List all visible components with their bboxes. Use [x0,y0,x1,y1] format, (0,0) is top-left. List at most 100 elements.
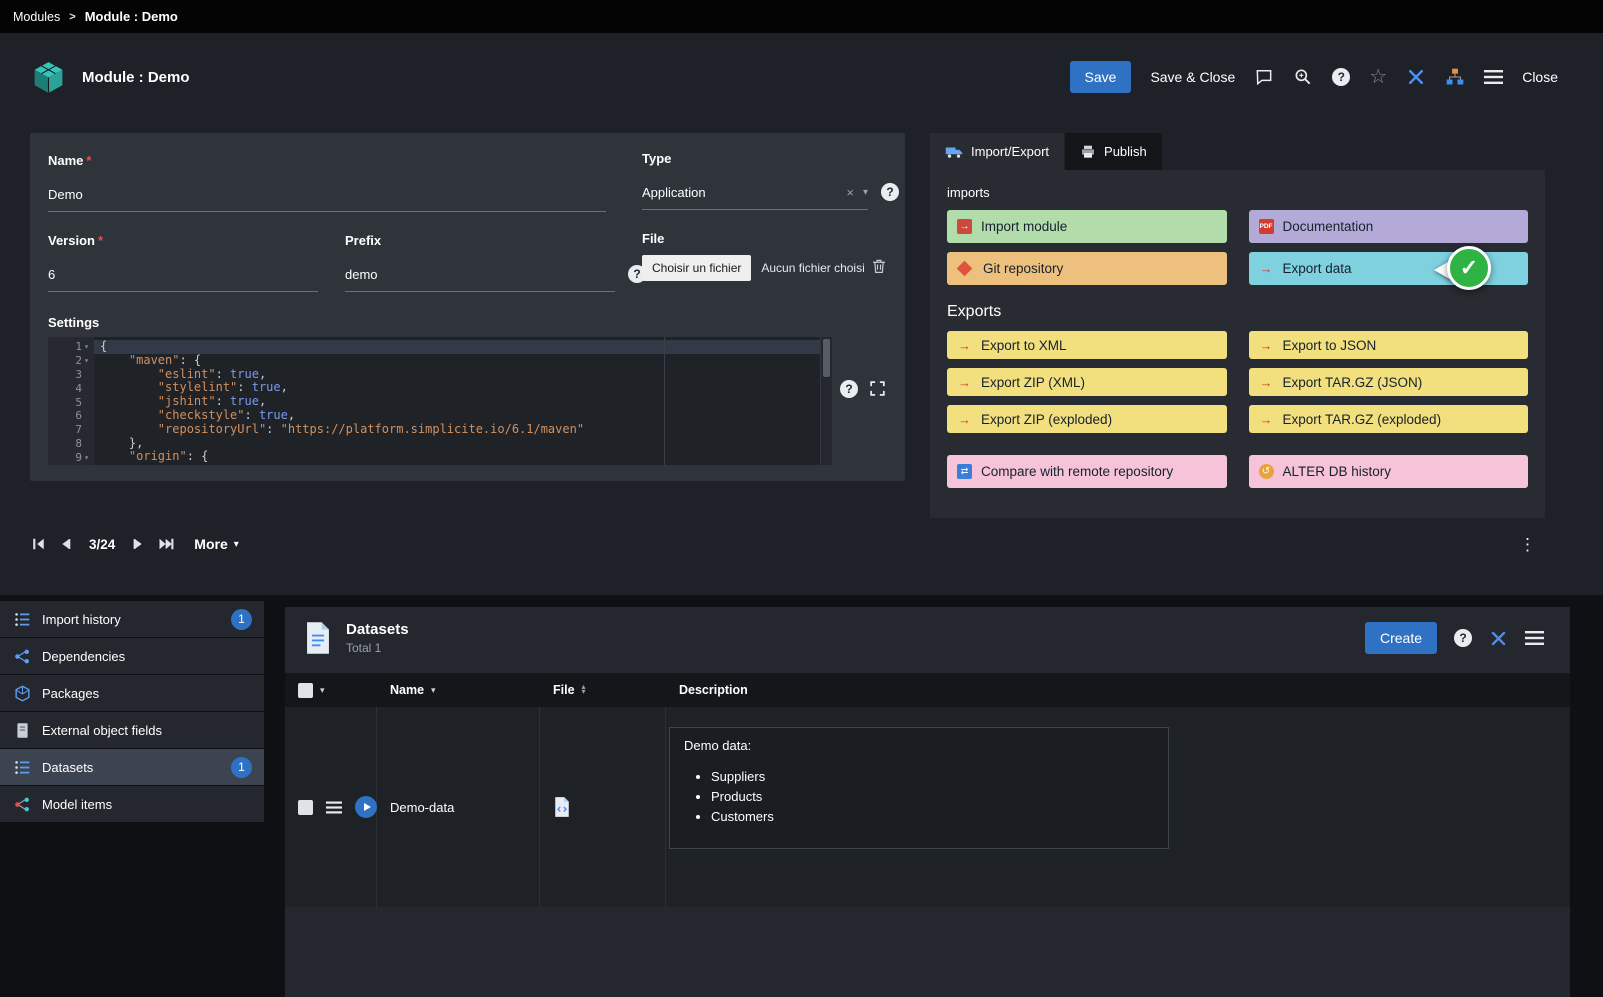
close-button[interactable]: Close [1522,69,1558,85]
file-input[interactable]: Choisir un fichier Aucun fichier choisi [642,255,865,281]
export-zip-exploded-button[interactable]: Export ZIP (exploded) [947,405,1227,433]
db-history-icon [1259,464,1274,479]
sidebar-item-external-object-fields[interactable]: External object fields [0,712,264,749]
imports-group-label: imports [947,185,1528,200]
export-zip-xml-button[interactable]: Export ZIP (XML) [947,368,1227,396]
menu-icon[interactable] [1484,69,1503,85]
file-label: File [642,231,664,246]
sidebar-item-import-history[interactable]: Import history 1 [0,601,264,638]
next-record-icon[interactable] [132,537,145,551]
share-nodes-icon [14,648,31,665]
git-icon [957,261,973,277]
export-arrow-icon [957,375,972,390]
sidebar-item-model-items[interactable]: Model items [0,786,264,823]
list-item: Products [711,789,1154,804]
row-file-cell[interactable] [540,707,666,907]
sidebar-item-packages[interactable]: Packages [0,675,264,712]
search-icon[interactable] [1293,67,1313,87]
first-record-icon[interactable] [31,537,46,551]
row-checkbox[interactable] [298,800,313,815]
tab-publish[interactable]: Publish [1065,133,1162,170]
compare-remote-repository-button[interactable]: Compare with remote repository [947,455,1227,488]
favorite-star-icon[interactable]: ☆ [1369,67,1387,87]
import-module-button[interactable]: Import module [947,210,1227,243]
list-icon [14,759,31,776]
documentation-button[interactable]: Documentation [1249,210,1529,243]
export-arrow-icon [1259,261,1274,276]
name-input[interactable]: Demo [48,181,606,212]
cube-icon [14,685,31,702]
app-logo-cube-icon [30,59,67,96]
prefix-input[interactable]: demo [345,261,615,292]
export-arrow-icon [1259,338,1274,353]
type-clear-icon[interactable]: × [846,185,854,200]
save-and-close-button[interactable]: Save & Close [1150,69,1235,85]
sidebar-item-datasets[interactable]: Datasets 1 [0,749,264,786]
required-marker: * [98,233,103,248]
exports-group-label: Exports [947,303,1528,321]
breadcrumb-modules-link[interactable]: Modules [13,10,60,24]
datasets-tools-icon[interactable] [1489,629,1508,648]
version-label: Version* [48,233,103,248]
column-header-description[interactable]: Description [666,683,1570,697]
row-menu-icon[interactable] [326,801,342,814]
settings-code-editor[interactable]: 1▾2▾3456789▾ { "maven": { "eslint": true… [48,337,832,465]
datasets-total: Total 1 [346,641,409,655]
prefix-label: Prefix [345,233,381,248]
select-all-checkbox[interactable] [298,683,313,698]
export-targz-exploded-button[interactable]: Export TAR.GZ (exploded) [1249,405,1529,433]
create-button[interactable]: Create [1365,622,1437,654]
export-targz-json-button[interactable]: Export TAR.GZ (JSON) [1249,368,1529,396]
save-button[interactable]: Save [1070,61,1132,93]
column-header-name[interactable]: Name ▾ [377,683,540,697]
settings-help-icon[interactable]: ? [840,380,858,398]
sidebar-item-dependencies[interactable]: Dependencies [0,638,264,675]
more-menu-button[interactable]: More▾ [194,536,238,552]
comment-icon[interactable] [1254,67,1274,87]
previous-record-icon[interactable] [59,537,72,551]
expand-editor-icon[interactable] [868,379,887,398]
version-input[interactable]: 6 [48,261,318,292]
type-caret-icon[interactable]: ▾ [863,187,868,198]
export-xml-button[interactable]: Export to XML [947,331,1227,359]
file-status-text: Aucun fichier choisi [761,261,864,275]
column-header-file[interactable]: File ▴▾ [540,683,666,697]
settings-label: Settings [48,315,99,330]
type-select[interactable]: Application × ▾ [642,179,868,210]
sort-caret-icon: ▾ [431,685,436,696]
last-record-icon[interactable] [158,537,175,551]
type-help-icon[interactable]: ? [881,183,899,201]
git-repository-button[interactable]: Git repository [947,252,1227,285]
export-data-button[interactable]: Export data [1249,252,1529,285]
delete-file-trash-icon[interactable] [870,257,888,275]
open-record-play-icon[interactable] [355,796,377,818]
choose-file-button[interactable]: Choisir un fichier [642,255,751,281]
editor-scrollbar-thumb[interactable] [823,339,830,377]
row-name-cell[interactable]: Demo-data [377,707,540,907]
list-icon [14,611,31,628]
sitemap-icon[interactable] [1445,67,1465,87]
related-objects-section: Import history 1 Dependencies Packages E… [0,599,1603,872]
datasets-help-icon[interactable]: ? [1454,629,1472,647]
panel-tabs: Import/Export Publish [930,133,1545,170]
description-box[interactable]: Demo data: Suppliers Products Customers [669,727,1169,849]
page-title: Module : Demo [82,69,190,86]
kebab-menu-icon[interactable]: ⋮ [1519,535,1537,555]
export-json-button[interactable]: Export to JSON [1249,331,1529,359]
datasets-panel: Datasets Total 1 Create ? ▾ Name [285,607,1570,997]
datasets-menu-icon[interactable] [1525,630,1544,646]
tab-import-export[interactable]: Import/Export [930,133,1064,170]
description-title: Demo data: [684,738,1154,753]
tab-label: Import/Export [971,144,1049,159]
editor-code[interactable]: { "maven": { "eslint": true, "stylelint"… [94,337,820,465]
datasets-table-header: ▾ Name ▾ File ▴▾ Description [285,673,1570,707]
table-row: Demo-data Demo data: Suppliers Products … [285,707,1570,907]
truck-icon [945,145,963,159]
editor-scrollbar[interactable] [820,337,832,465]
tools-icon[interactable] [1406,67,1426,87]
compare-icon [957,464,972,479]
help-icon[interactable]: ? [1332,68,1350,86]
alter-db-history-button[interactable]: ALTER DB history [1249,455,1529,488]
datasets-title: Datasets [346,621,409,638]
select-menu-caret-icon[interactable]: ▾ [320,685,325,696]
